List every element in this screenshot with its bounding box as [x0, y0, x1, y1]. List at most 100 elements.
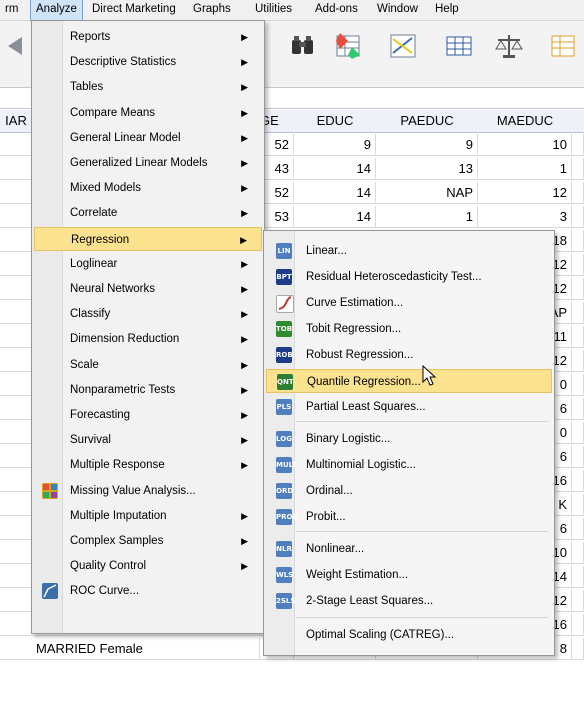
- analyze-item-classify[interactable]: Classify ▶: [34, 302, 262, 326]
- analyze-item-survival[interactable]: Survival ▶: [34, 428, 262, 452]
- grid-cell[interactable]: [572, 494, 584, 516]
- analyze-item-roc-curve[interactable]: ROC Curve...: [34, 579, 262, 603]
- analyze-item-multiple-response[interactable]: Multiple Response ▶: [34, 453, 262, 477]
- menu-bar: rm Analyze Direct Marketing Graphs Utili…: [0, 0, 584, 21]
- grid-cell[interactable]: 52: [260, 182, 294, 204]
- grid-cell[interactable]: 10: [478, 134, 572, 156]
- grid-cell[interactable]: [572, 158, 584, 180]
- menu-utilities[interactable]: Utilities: [250, 0, 297, 20]
- grid-cell[interactable]: [572, 614, 584, 636]
- grid-cell[interactable]: 9: [294, 134, 376, 156]
- grid-cell[interactable]: [572, 230, 584, 252]
- grid-cell[interactable]: [572, 542, 584, 564]
- select-cases-icon[interactable]: [548, 31, 578, 61]
- grid-cell[interactable]: [572, 638, 584, 660]
- grid-cell[interactable]: 13: [376, 158, 478, 180]
- regression-item-linear[interactable]: LIN Linear...: [266, 239, 552, 263]
- grid-cell[interactable]: 1: [376, 206, 478, 228]
- grid-cell[interactable]: [572, 398, 584, 420]
- insert-cases-icon[interactable]: [334, 31, 364, 61]
- analyze-item-descriptive-statistics[interactable]: Descriptive Statistics ▶: [34, 50, 262, 74]
- grid-cell[interactable]: [572, 182, 584, 204]
- grid-cell[interactable]: [572, 206, 584, 228]
- column-header[interactable]: [572, 110, 584, 133]
- grid-cell[interactable]: [572, 470, 584, 492]
- analyze-item-dimension-reduction[interactable]: Dimension Reduction ▶: [34, 327, 262, 351]
- grid-cell[interactable]: [572, 326, 584, 348]
- analyze-item-neural-networks[interactable]: Neural Networks ▶: [34, 277, 262, 301]
- binoculars-icon[interactable]: [288, 31, 318, 61]
- menu-window[interactable]: Window: [372, 0, 423, 20]
- menu-add-ons[interactable]: Add-ons: [310, 0, 363, 20]
- regression-item-curve-estimation[interactable]: Curve Estimation...: [266, 291, 552, 315]
- grid-cell[interactable]: 3: [478, 206, 572, 228]
- analyze-item-complex-samples[interactable]: Complex Samples ▶: [34, 529, 262, 553]
- analyze-item-compare-means[interactable]: Compare Means ▶: [34, 101, 262, 125]
- menu-item-label: Scale: [70, 358, 99, 371]
- analyze-item-general-linear-model[interactable]: General Linear Model ▶: [34, 126, 262, 150]
- regression-item-multinomial-logistic[interactable]: MULT Multinomial Logistic...: [266, 453, 552, 477]
- analyze-item-missing-value-analysis[interactable]: Missing Value Analysis...: [34, 479, 262, 503]
- grid-cell[interactable]: [572, 302, 584, 324]
- grid-cell[interactable]: [572, 590, 584, 612]
- weight-cases-scale-icon[interactable]: [494, 31, 524, 61]
- grid-cell[interactable]: [572, 518, 584, 540]
- analyze-item-multiple-imputation[interactable]: Multiple Imputation ▶: [34, 504, 262, 528]
- grid-cell[interactable]: 14: [294, 182, 376, 204]
- analyze-item-tables[interactable]: Tables ▶: [34, 75, 262, 99]
- grid-cell[interactable]: [572, 134, 584, 156]
- regression-item-robust-regression[interactable]: ROB Robust Regression...: [266, 343, 552, 367]
- menu-help[interactable]: Help: [430, 0, 464, 20]
- grid-cell[interactable]: 12: [478, 182, 572, 204]
- regression-item-quantile-regression[interactable]: QNT Quantile Regression...: [266, 369, 552, 393]
- chart-builder-icon[interactable]: [388, 31, 418, 61]
- column-header[interactable]: IAR: [0, 110, 33, 133]
- regression-item-weight-estimation[interactable]: WLS Weight Estimation...: [266, 563, 552, 587]
- back-arrow-icon[interactable]: [2, 31, 32, 61]
- column-header[interactable]: MAEDUC: [478, 110, 573, 133]
- analyze-item-generalized-linear-models[interactable]: Generalized Linear Models ▶: [34, 151, 262, 175]
- regression-item-partial-least-squares[interactable]: PLS Partial Least Squares...: [266, 395, 552, 419]
- analyze-item-scale[interactable]: Scale ▶: [34, 353, 262, 377]
- regression-item-residual-heteroscedasticity-test[interactable]: BPT Residual Heteroscedasticity Test...: [266, 265, 552, 289]
- grid-cell[interactable]: 14: [294, 158, 376, 180]
- analyze-item-reports[interactable]: Reports ▶: [34, 25, 262, 49]
- regression-item-tobit-regression[interactable]: TOB Tobit Regression...: [266, 317, 552, 341]
- grid-cell[interactable]: [572, 374, 584, 396]
- column-header[interactable]: EDUC: [294, 110, 377, 133]
- column-header[interactable]: GE: [260, 110, 295, 133]
- grid-cell[interactable]: [572, 446, 584, 468]
- grid-cell[interactable]: 9: [376, 134, 478, 156]
- grid-cell[interactable]: [572, 254, 584, 276]
- grid-cell[interactable]: 52: [260, 134, 294, 156]
- menu-analyze[interactable]: Analyze: [30, 0, 83, 21]
- grid-cell[interactable]: 1: [478, 158, 572, 180]
- regression-item-ordinal[interactable]: ORD Ordinal...: [266, 479, 552, 503]
- analyze-item-regression[interactable]: Regression ▶: [34, 226, 262, 251]
- regression-item-probit[interactable]: PROB Probit...: [266, 505, 552, 529]
- grid-cell[interactable]: NAP: [376, 182, 478, 204]
- analyze-item-quality-control[interactable]: Quality Control ▶: [34, 554, 262, 578]
- grid-cell[interactable]: [572, 422, 584, 444]
- data-grid-icon[interactable]: [444, 31, 474, 61]
- menu-graphs[interactable]: Graphs: [188, 0, 236, 20]
- grid-cell[interactable]: 53: [260, 206, 294, 228]
- analyze-item-correlate[interactable]: Correlate ▶: [34, 201, 262, 225]
- analyze-item-loglinear[interactable]: Loglinear ▶: [34, 252, 262, 276]
- grid-cell[interactable]: [572, 566, 584, 588]
- analyze-item-forecasting[interactable]: Forecasting ▶: [34, 403, 262, 427]
- grid-cell[interactable]: 14: [294, 206, 376, 228]
- regression-item-binary-logistic[interactable]: LOG Binary Logistic...: [266, 427, 552, 451]
- grid-cell[interactable]: [572, 278, 584, 300]
- grid-cell[interactable]: MARRIED Female: [0, 638, 260, 660]
- menu-direct-marketing[interactable]: Direct Marketing: [87, 0, 181, 20]
- regression-item-optimal-scaling-catreg[interactable]: Optimal Scaling (CATREG)...: [266, 623, 552, 647]
- menu-transform-partial[interactable]: rm: [0, 0, 23, 20]
- grid-cell[interactable]: 43: [260, 158, 294, 180]
- grid-cell[interactable]: [572, 350, 584, 372]
- regression-item-nonlinear[interactable]: NLR Nonlinear...: [266, 537, 552, 561]
- analyze-item-nonparametric-tests[interactable]: Nonparametric Tests ▶: [34, 378, 262, 402]
- regression-item-2-stage-least-squares[interactable]: 2SLS 2-Stage Least Squares...: [266, 589, 552, 613]
- analyze-item-mixed-models[interactable]: Mixed Models ▶: [34, 176, 262, 200]
- column-header[interactable]: PAEDUC: [376, 110, 479, 133]
